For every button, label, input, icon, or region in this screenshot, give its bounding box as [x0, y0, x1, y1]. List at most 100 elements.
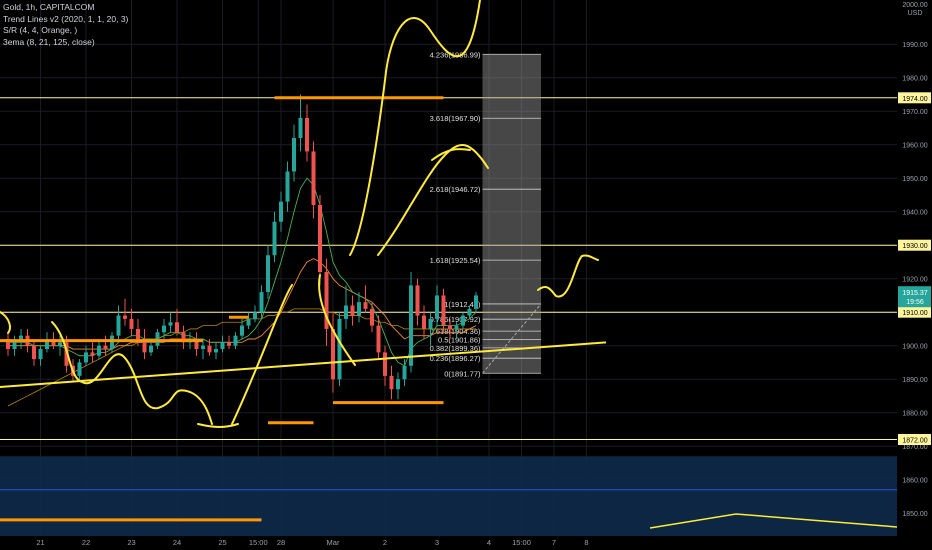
bar-countdown-label: 19:56 [906, 299, 924, 306]
time-tick-label: 8 [584, 538, 588, 547]
price-tick-label: 1880.00 [902, 411, 927, 418]
candle-body [266, 255, 270, 293]
candle-body [467, 308, 472, 316]
candle-body [285, 171, 290, 202]
candle-body [435, 295, 439, 319]
candle-body [253, 312, 257, 319]
hand-drawn-sketch [0, 311, 11, 334]
candle-body [402, 365, 407, 380]
time-tick-label: 28 [277, 538, 285, 547]
time-tick-label: 24 [173, 538, 181, 547]
hand-drawn-sketch [431, 148, 471, 161]
time-tick-label: 15:00 [512, 538, 531, 547]
candle-body [116, 315, 121, 336]
candle-body [38, 349, 43, 360]
candle-body [84, 352, 88, 363]
price-axis: 2000.00USD 1990.00 1980.00 1970.00 1960.00 19… [897, 0, 932, 550]
candle-body [422, 315, 426, 329]
demand-zone [0, 456, 897, 536]
time-tick-label: 4 [487, 538, 491, 547]
candle-body [318, 205, 322, 272]
time-tick-label: 15:00 [249, 538, 268, 547]
level-price-label: 1910.00 [902, 310, 927, 317]
candle-body [454, 325, 459, 329]
candle-body [77, 362, 82, 376]
candle-body [448, 325, 452, 329]
candle-body [337, 318, 342, 380]
price-tick-label: 1950.00 [902, 176, 927, 183]
fib-label: 4.236(1986.99) [430, 50, 481, 59]
price-tick-label: 1920.00 [902, 277, 927, 284]
candle-body [272, 221, 277, 256]
candle-body [12, 342, 17, 350]
price-tick-label: 1970.00 [902, 109, 927, 116]
candle-body [129, 318, 134, 329]
candle-body [441, 295, 446, 326]
symbol-title[interactable]: Gold, 1h, CAPITALCOM [3, 2, 128, 14]
candle-body [409, 285, 413, 366]
indicator-sr[interactable]: S/R (4, 4, Orange, ) [3, 25, 128, 37]
price-tick-label: 1860.00 [902, 478, 927, 485]
candle-body [175, 322, 179, 333]
candle-body [311, 151, 316, 205]
candle-body [376, 325, 381, 353]
time-tick-label: 3 [435, 538, 439, 547]
candle-body [207, 345, 212, 353]
candle-body [123, 315, 127, 319]
candle-body [357, 302, 361, 316]
time-tick-label: 2 [383, 538, 387, 547]
time-tick-label: 7 [552, 538, 556, 547]
candle-body [331, 328, 335, 380]
candle-body [136, 328, 140, 339]
candle-body [344, 305, 348, 319]
candle-body [259, 292, 264, 313]
time-tick-label: 21 [36, 538, 44, 547]
candle-body [103, 345, 108, 350]
candle-body [233, 335, 238, 346]
price-tick-label: 1940.00 [902, 210, 927, 217]
candle-body [214, 349, 218, 353]
candle-body [162, 325, 166, 333]
candle-body [58, 342, 62, 346]
chart-area[interactable]: 4.236(1986.99) 3.618(1967.90) 2.618(1946.7… [0, 0, 932, 550]
level-price-label: 1930.00 [902, 243, 927, 250]
hand-drawn-sketch [318, 274, 356, 366]
candle-body [110, 335, 114, 350]
candle-body [370, 308, 374, 326]
candle-body [97, 345, 101, 356]
plot-layer: 4.236(1986.99) 3.618(1967.90) 2.618(1946.7… [0, 0, 897, 536]
candle-body [279, 201, 283, 222]
time-axis: 21 22 23 24 25 15:00 28 Mar 2 3 4 15:00 7 8 [0, 536, 897, 550]
chart-legend: Gold, 1h, CAPITALCOM Trend Lines v2 (202… [3, 2, 128, 48]
candle-body [90, 352, 95, 356]
indicator-3ema[interactable]: 3ema (8, 21, 125, close) [3, 37, 128, 49]
candle-body [220, 342, 225, 350]
fib-label: 3.618(1967.90) [430, 114, 481, 123]
price-tick-label: 1890.00 [902, 377, 927, 384]
candle-body [292, 138, 296, 172]
price-tick-top: 2000.00 [902, 2, 927, 9]
price-tick-label: 1870.00 [902, 444, 927, 451]
candle-body [350, 305, 355, 316]
candle-body [383, 352, 387, 376]
fib-label: 2.618(1946.72) [430, 185, 481, 194]
fib-label: 0(1891.77) [444, 369, 481, 378]
time-tick-label: 23 [127, 538, 135, 547]
fib-label: 1.618(1925.54) [430, 256, 481, 265]
fib-box [482, 54, 541, 374]
price-tick-label: 1900.00 [902, 344, 927, 351]
candle-body [32, 345, 36, 360]
candle-body [461, 315, 465, 326]
candle-body [246, 318, 251, 326]
candle-body [168, 322, 173, 326]
indicator-trend-lines[interactable]: Trend Lines v2 (2020, 1, 1, 20, 3) [3, 14, 128, 26]
price-currency: USD [908, 10, 923, 17]
price-tick-label: 1850.00 [902, 511, 927, 518]
candle-body [428, 318, 433, 329]
candle-body [389, 375, 394, 390]
chart-canvas[interactable]: 4.236(1986.99) 3.618(1967.90) 2.618(1946.7… [0, 0, 932, 550]
candle-body [240, 325, 244, 336]
level-price-label: 1872.00 [902, 438, 927, 445]
level-price-label: 1974.00 [902, 96, 927, 103]
candle-body [201, 345, 205, 350]
